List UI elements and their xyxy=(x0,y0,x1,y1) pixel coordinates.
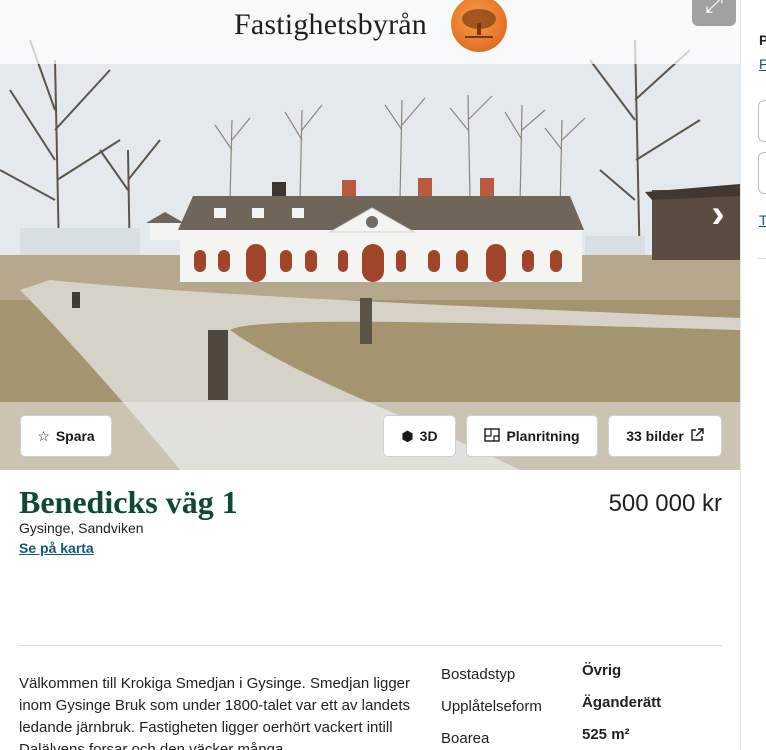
listing-title: Benedicks väg 1 xyxy=(19,484,238,520)
brand-name: Fastighetsbyrån xyxy=(234,8,427,41)
chevron-right-icon[interactable]: › xyxy=(700,194,736,234)
external-link-icon xyxy=(690,427,704,445)
listing-location: Gysinge, Sandviken xyxy=(19,520,144,536)
sidebar-link[interactable]: Fa xyxy=(759,56,766,72)
show-on-map-link[interactable]: Se på karta xyxy=(19,540,94,556)
sidebar-divider xyxy=(758,258,766,259)
3d-button[interactable]: ⬢ 3D xyxy=(383,415,456,457)
star-outline-icon: ☆ xyxy=(37,427,50,444)
expand-icon[interactable]: ⤢ xyxy=(692,0,736,26)
right-sidebar: P Fa T xyxy=(740,0,766,750)
all-photos-button[interactable]: 33 bilder xyxy=(608,415,722,457)
save-label: Spara xyxy=(55,428,95,444)
listing-description: Välkommen till Krokiga Smedjan i Gysinge… xyxy=(19,675,411,750)
floorplan-button[interactable]: Planritning xyxy=(466,415,598,457)
sidebar-button[interactable] xyxy=(758,152,766,194)
fact-value: Äganderätt xyxy=(582,694,662,711)
save-button[interactable]: ☆ Spara xyxy=(20,415,112,457)
section-divider xyxy=(19,645,722,646)
cube-icon: ⬢ xyxy=(401,427,414,444)
listing-price: 500 000 kr xyxy=(608,490,722,517)
fact-label: Bostadstyp xyxy=(441,666,516,683)
fact-row: Bostadstyp Övrig xyxy=(441,662,731,694)
fact-row: Upplåtelseform Äganderätt xyxy=(441,694,731,726)
property-photo xyxy=(0,0,740,470)
sidebar-heading: P xyxy=(759,32,766,48)
fact-label: Upplåtelseform xyxy=(441,698,542,715)
fact-label: Boarea xyxy=(441,730,490,747)
fact-value: Övrig xyxy=(582,662,622,679)
floorplan-label: Planritning xyxy=(506,428,580,444)
3d-label: 3D xyxy=(419,428,438,444)
floorplan-icon xyxy=(484,427,501,445)
fact-value: 525 m² xyxy=(582,726,630,743)
listing-image-gallery[interactable]: Fastighetsbyrån ⤢ › xyxy=(0,0,740,470)
fact-row: Boarea 525 m² xyxy=(441,726,731,750)
photos-label: 33 bilder xyxy=(626,428,684,444)
facts-list: Bostadstyp Övrig Upplåtelseform Äganderä… xyxy=(441,662,731,750)
sidebar-link[interactable]: T xyxy=(759,212,766,228)
sidebar-button[interactable] xyxy=(758,100,766,142)
